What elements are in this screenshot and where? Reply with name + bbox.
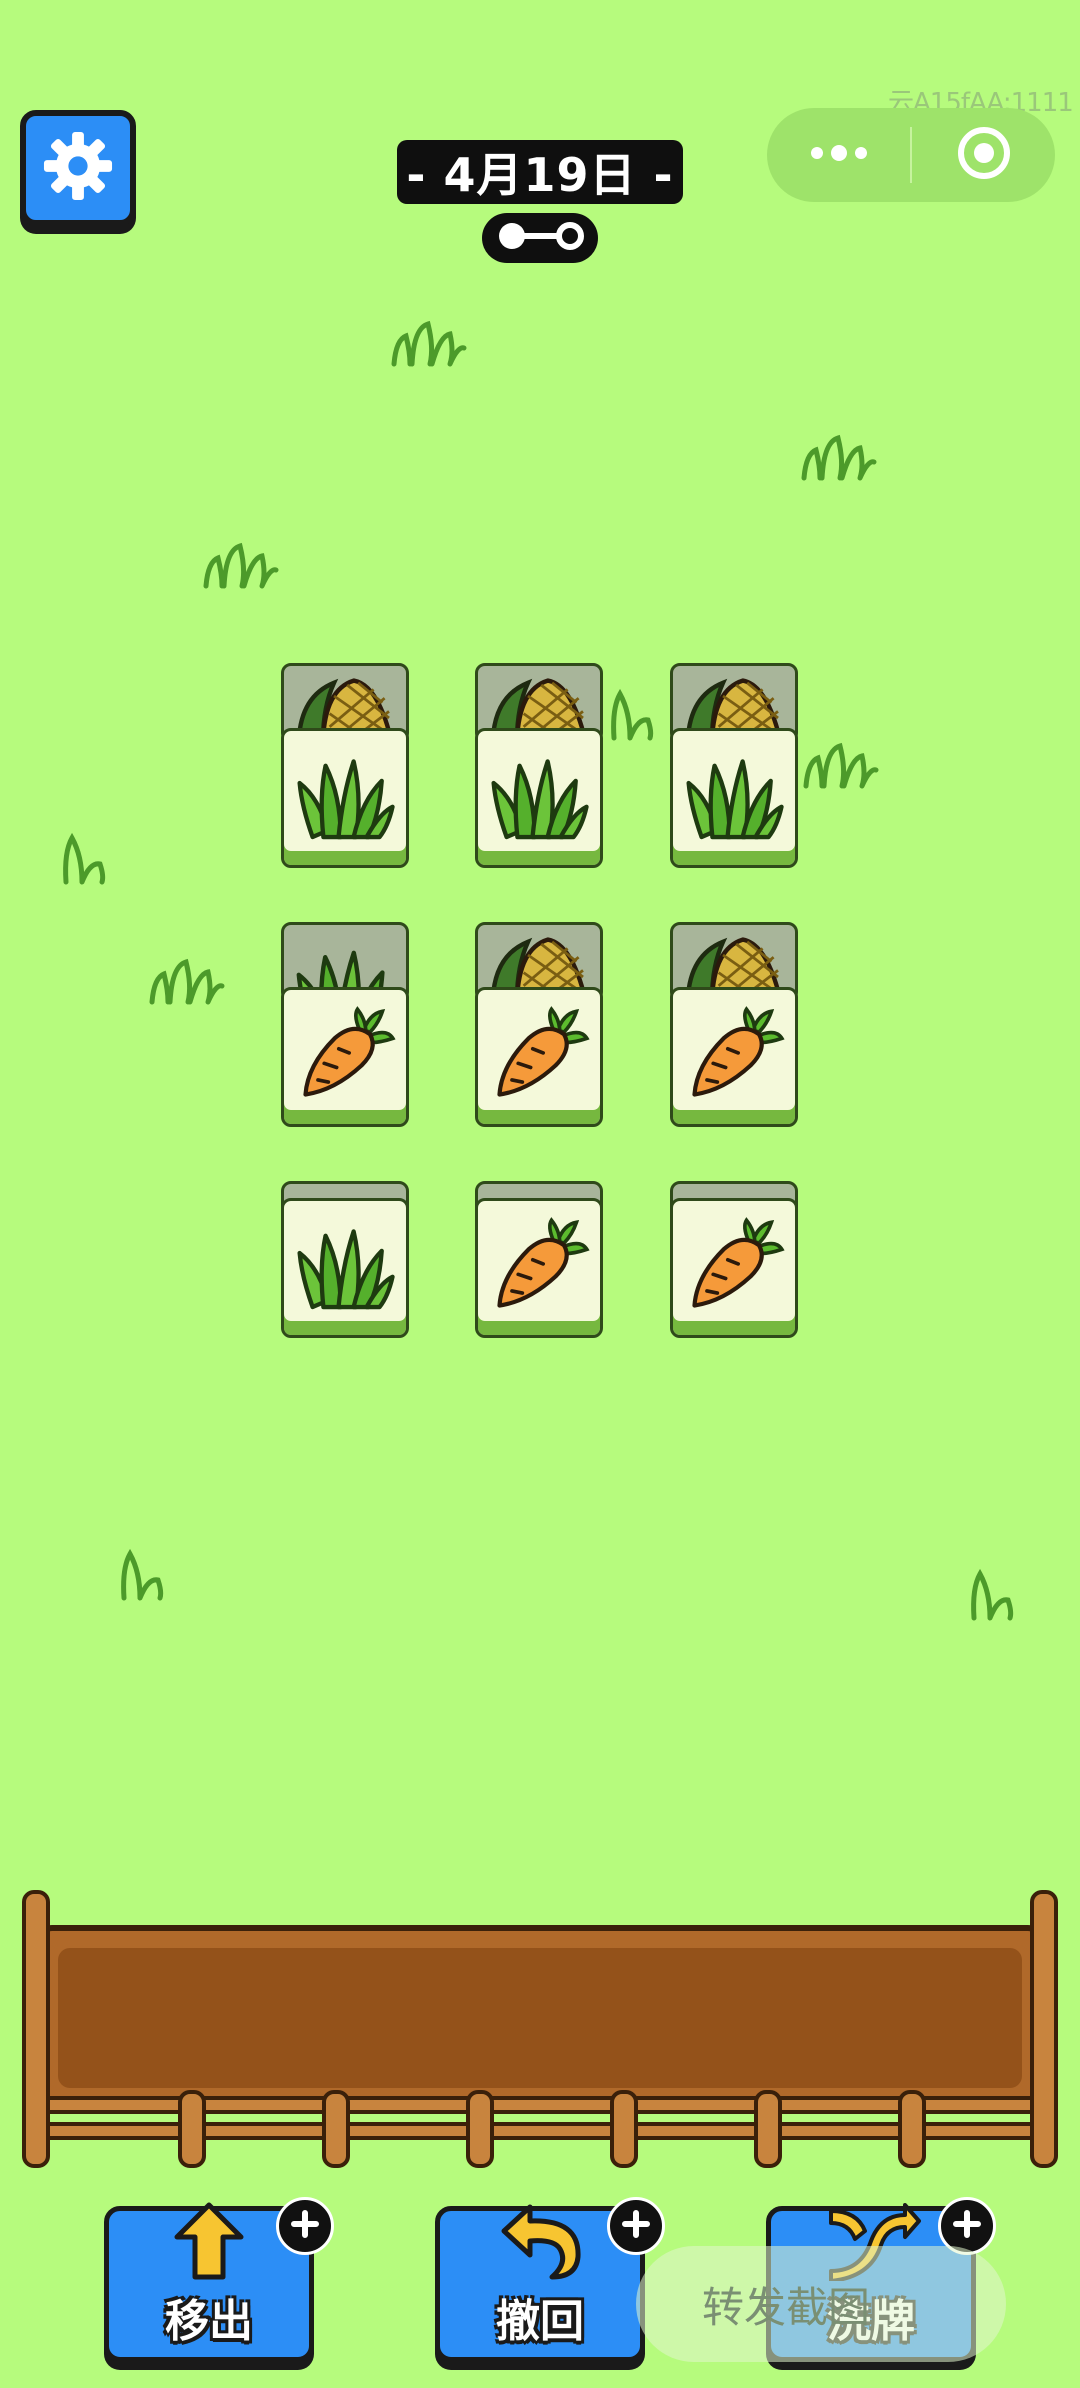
- plus-icon: [291, 2210, 319, 2242]
- gear-icon: [41, 129, 115, 207]
- plus-icon: [622, 2210, 650, 2242]
- tile-grass[interactable]: [281, 728, 409, 868]
- carrot-icon: [682, 1003, 786, 1111]
- tile-carrot[interactable]: [670, 1198, 798, 1338]
- grass-icon: [291, 742, 399, 854]
- grass-sprout-icon: [611, 688, 654, 741]
- remove-label: 移出: [165, 2296, 253, 2347]
- undo-label: 撤回: [496, 2296, 584, 2347]
- tile-tray: [22, 1890, 1058, 2168]
- tile-carrot[interactable]: [475, 987, 603, 1127]
- tile-grass[interactable]: [670, 728, 798, 868]
- carrot-icon: [293, 1003, 397, 1111]
- close-miniprogram-button[interactable]: [912, 108, 1055, 202]
- grass-icon: [485, 742, 593, 854]
- grass-tuft-icon: [203, 542, 279, 589]
- grass-sprout-icon: [121, 1548, 164, 1601]
- carrot-icon: [682, 1214, 786, 1322]
- tile-carrot[interactable]: [281, 987, 409, 1127]
- miniprogram-capsule: [767, 108, 1055, 202]
- more-dots-icon: [809, 145, 869, 165]
- grass-tuft-icon: [803, 742, 879, 789]
- carrot-icon: [487, 1003, 591, 1111]
- grass-icon: [680, 742, 788, 854]
- date-label: - 4月19日 -: [397, 140, 683, 204]
- add-undo-button[interactable]: [607, 2197, 665, 2255]
- key-badge: [482, 213, 598, 263]
- carrot-icon: [487, 1214, 591, 1322]
- grass-sprout-icon: [971, 1568, 1014, 1621]
- share-label: 转发截图: [702, 2282, 871, 2332]
- undo-arrow-icon: [490, 2201, 590, 2285]
- arrow-out-icon: [161, 2201, 257, 2285]
- key-icon: [492, 218, 588, 258]
- more-button[interactable]: [767, 108, 910, 202]
- grass-tuft-icon: [149, 958, 225, 1005]
- settings-button[interactable]: [20, 110, 136, 226]
- share-screenshot-button[interactable]: 转发截图: [636, 2246, 1006, 2362]
- grass-sprout-icon: [63, 832, 106, 885]
- grass-tuft-icon: [391, 320, 467, 367]
- tile-carrot[interactable]: [670, 987, 798, 1127]
- plus-icon: [953, 2210, 981, 2242]
- tile-grass[interactable]: [281, 1198, 409, 1338]
- tile-carrot[interactable]: [475, 1198, 603, 1338]
- tile-grass[interactable]: [475, 728, 603, 868]
- grass-icon: [291, 1212, 399, 1324]
- target-icon: [956, 125, 1012, 185]
- add-remove-button[interactable]: [276, 2197, 334, 2255]
- grass-tuft-icon: [801, 434, 877, 481]
